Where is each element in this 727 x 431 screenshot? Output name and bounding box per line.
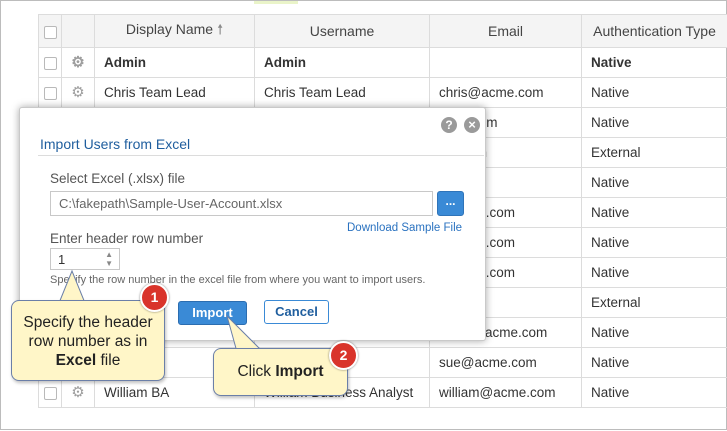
auth-type-cell: Native: [582, 318, 727, 348]
column-display-name-label: Display Name: [126, 21, 213, 37]
step1-text: Specify the header row number as in: [23, 314, 152, 350]
header-row-label: Enter header row number: [50, 231, 203, 246]
column-auth-type[interactable]: Authentication Type: [582, 15, 727, 48]
column-display-name[interactable]: Display Name🠕: [95, 15, 255, 48]
stepper-arrows-icon[interactable]: ▲▼: [105, 250, 113, 268]
header-row-value[interactable]: 1: [58, 252, 65, 267]
auth-type-cell: Native: [582, 228, 727, 258]
row-settings-cell[interactable]: ⚙: [62, 48, 95, 78]
cancel-button[interactable]: Cancel: [264, 300, 329, 324]
step1-badge: 1: [140, 283, 169, 312]
gear-icon[interactable]: ⚙: [71, 54, 84, 71]
row-checkbox-cell[interactable]: [39, 378, 62, 408]
row-settings-cell[interactable]: ⚙: [62, 78, 95, 108]
email-cell: [430, 48, 582, 78]
column-username[interactable]: Username: [255, 15, 430, 48]
header-row-hint: Specify the row number in the excel file…: [50, 274, 425, 286]
file-path-input[interactable]: C:\fakepath\Sample-User-Account.xlsx: [50, 191, 433, 216]
auth-type-cell: Native: [582, 78, 727, 108]
help-icon[interactable]: ?: [441, 117, 457, 133]
row-checkbox[interactable]: [44, 87, 57, 100]
auth-type-cell: Native: [582, 108, 727, 138]
settings-column-header: [62, 15, 95, 48]
auth-type-cell: Native: [582, 168, 727, 198]
select-all-checkbox-cell[interactable]: [39, 15, 62, 48]
import-button[interactable]: Import: [178, 301, 247, 325]
row-checkbox-cell[interactable]: [39, 48, 62, 78]
top-bar: [1, 1, 726, 14]
select-all-checkbox[interactable]: [44, 26, 57, 39]
username-cell: Admin: [255, 48, 430, 78]
auth-type-cell: Native: [582, 198, 727, 228]
top-highlight: [254, 1, 298, 4]
step2-callout: Click Import: [213, 348, 348, 396]
email-cell: william@acme.com: [430, 378, 582, 408]
username-cell: Chris Team Lead: [255, 78, 430, 108]
close-icon[interactable]: ×: [464, 117, 480, 133]
auth-type-cell: Native: [582, 48, 727, 78]
step2-text: Click: [237, 363, 275, 380]
row-checkbox-cell[interactable]: [39, 78, 62, 108]
display-name-cell: Admin: [95, 48, 255, 78]
step1-callout: Specify the header row number as in Exce…: [11, 300, 165, 381]
row-checkbox[interactable]: [44, 387, 57, 400]
row-checkbox[interactable]: [44, 57, 57, 70]
auth-type-cell: External: [582, 288, 727, 318]
row-settings-cell[interactable]: ⚙: [62, 378, 95, 408]
file-label: Select Excel (.xlsx) file: [50, 171, 185, 186]
auth-type-cell: Native: [582, 378, 727, 408]
table-row[interactable]: ⚙ AdminAdmin Native: [39, 48, 727, 78]
gear-icon[interactable]: ⚙: [71, 84, 84, 101]
download-sample-link[interactable]: Download Sample File: [347, 222, 462, 234]
email-cell: chris@acme.com: [430, 78, 582, 108]
email-cell: sue@acme.com: [430, 348, 582, 378]
auth-type-cell: External: [582, 138, 727, 168]
table-row[interactable]: ⚙William BAWilliam Business Analystwilli…: [39, 378, 727, 408]
table-header-row: Display Name🠕 Username Email Authenticat…: [39, 15, 727, 48]
step1-emphasis: Excel: [56, 352, 97, 369]
title-divider: [38, 155, 484, 156]
gear-icon[interactable]: ⚙: [71, 384, 84, 401]
column-email[interactable]: Email: [430, 15, 582, 48]
browse-button[interactable]: ...: [437, 191, 464, 216]
display-name-cell: Chris Team Lead: [95, 78, 255, 108]
dialog-title: Import Users from Excel: [40, 136, 190, 152]
auth-type-cell: Native: [582, 258, 727, 288]
auth-type-cell: Native: [582, 348, 727, 378]
table-row[interactable]: ⚙Chris Team LeadChris Team Leadchris@acm…: [39, 78, 727, 108]
step2-emphasis: Import: [275, 363, 323, 380]
step2-badge: 2: [329, 341, 358, 370]
arrow-up-icon[interactable]: 🠕: [217, 21, 223, 37]
header-row-stepper[interactable]: 1 ▲▼: [50, 248, 120, 270]
step1-text-end: file: [96, 352, 120, 369]
